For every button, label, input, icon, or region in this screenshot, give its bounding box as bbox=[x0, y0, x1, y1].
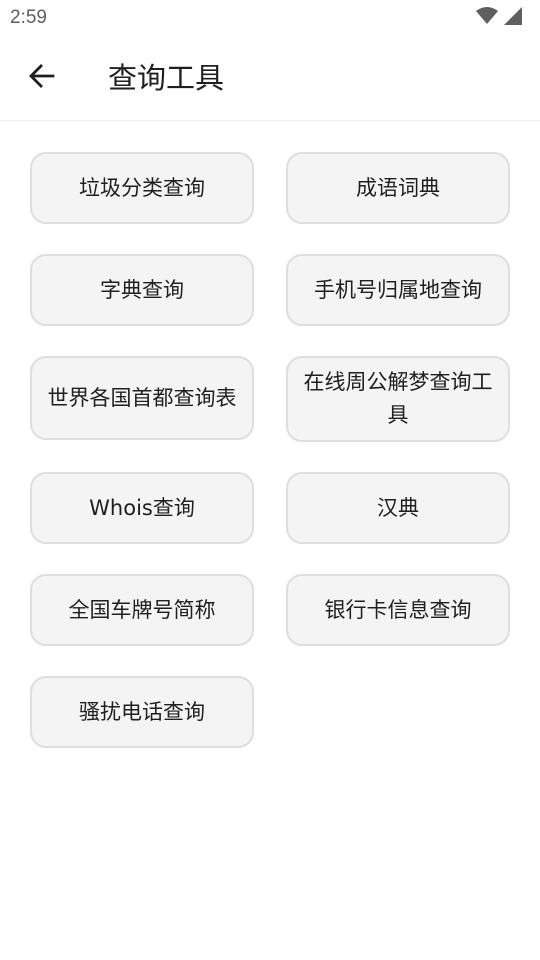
whois-button[interactable]: Whois查询 bbox=[30, 472, 254, 544]
license-plate-button[interactable]: 全国车牌号简称 bbox=[30, 574, 254, 646]
spam-call-button[interactable]: 骚扰电话查询 bbox=[30, 676, 254, 748]
status-time: 2:59 bbox=[10, 7, 47, 28]
page-title: 查询工具 bbox=[108, 61, 225, 95]
dream-interpretation-button[interactable]: 在线周公解梦查询工具 bbox=[286, 356, 510, 442]
phone-location-button[interactable]: 手机号归属地查询 bbox=[286, 254, 510, 326]
idiom-dictionary-button[interactable]: 成语词典 bbox=[286, 152, 510, 224]
arrow-left-icon bbox=[28, 62, 56, 94]
back-button[interactable] bbox=[22, 58, 62, 98]
status-bar: 2:59 bbox=[0, 0, 540, 36]
world-capitals-button[interactable]: 世界各国首都查询表 bbox=[30, 356, 254, 440]
garbage-sorting-button[interactable]: 垃圾分类查询 bbox=[30, 152, 254, 224]
tools-grid: 垃圾分类查询 成语词典 字典查询 手机号归属地查询 世界各国首都查询表 在线周公… bbox=[30, 152, 510, 748]
app-bar: 查询工具 bbox=[0, 36, 540, 121]
wifi-icon bbox=[476, 7, 498, 29]
han-dictionary-button[interactable]: 汉典 bbox=[286, 472, 510, 544]
cell-signal-icon bbox=[502, 6, 522, 30]
status-icons bbox=[476, 7, 522, 29]
character-dictionary-button[interactable]: 字典查询 bbox=[30, 254, 254, 326]
bank-card-button[interactable]: 银行卡信息查询 bbox=[286, 574, 510, 646]
